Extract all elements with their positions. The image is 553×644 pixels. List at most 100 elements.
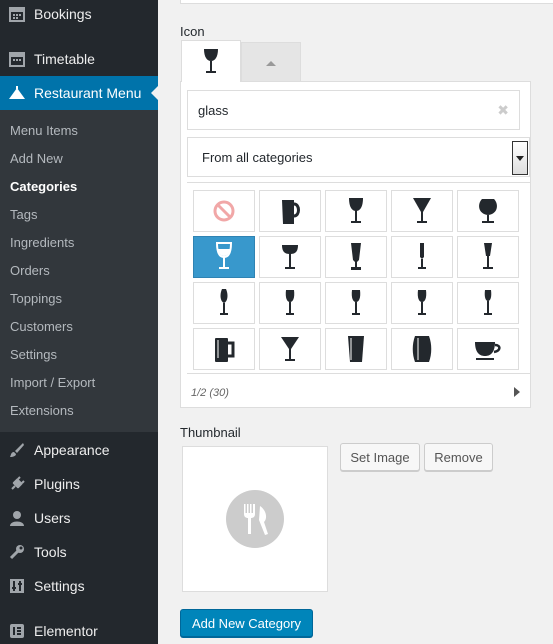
menu-users[interactable]: Users [0,501,158,535]
port-glass-icon [484,290,492,315]
icon-option-cocktail-glass[interactable] [391,190,453,232]
submenu-item-categories[interactable]: Categories [10,177,77,197]
icon-option-martini[interactable] [259,328,321,370]
menu-timetable[interactable]: Timetable [0,42,158,76]
menu-label: Elementor [34,623,98,639]
beer-pitcher-icon [282,200,300,224]
red-wine-glass-icon [285,290,295,315]
submenu-item-customers[interactable]: Customers [10,317,73,337]
submenu-item-extensions[interactable]: Extensions [10,401,74,421]
settings-icon [0,578,34,594]
menu-elementor[interactable]: Elementor [0,614,158,644]
calendar-icon [0,51,34,67]
icon-search: ✖ [187,90,520,130]
submenu-item-settings[interactable]: Settings [10,345,57,365]
thumbnail-placeholder [182,446,328,592]
wine-glass-icon [204,48,218,73]
icon-option-beer-pitcher[interactable] [259,190,321,232]
icon-preview-tab[interactable] [181,40,241,82]
add-new-category-button[interactable]: Add New Category [180,609,313,637]
wine-glass-icon [215,242,233,269]
icon-grid [187,182,530,374]
wrench-icon [0,544,34,560]
martini-icon [281,337,299,361]
icon-picker-panel: ✖ From all categories [180,81,531,408]
icon-option-red-wine-glass[interactable] [259,282,321,324]
icon-option-tulip-glass[interactable] [193,282,255,324]
cocktail-glass-icon [413,198,431,223]
white-wine-glass-icon [351,290,361,315]
remove-image-button[interactable]: Remove [424,443,493,471]
submenu-item-menu-items[interactable]: Menu Items [10,121,78,141]
icon-search-input[interactable] [188,91,488,129]
submenu-item-toppings[interactable]: Toppings [10,289,62,309]
beer-mug-icon [215,338,235,362]
category-select-value: From all categories [202,150,313,165]
set-image-button[interactable]: Set Image [340,443,420,471]
submenu-item-import-export[interactable]: Import / Export [10,373,95,393]
icon-option-tumbler[interactable] [325,328,387,370]
icon-option-none[interactable] [193,190,255,232]
icon-option-wine-glass[interactable] [325,190,387,232]
submenu-item-tags[interactable]: Tags [10,205,37,225]
martini-glass-icon [282,245,298,269]
next-page-icon[interactable] [514,387,520,397]
submenu-item-ingredients[interactable]: Ingredients [10,233,74,253]
goblet-icon [483,243,493,269]
submenu-item-orders[interactable]: Orders [10,261,50,281]
icon-option-brandy-glass[interactable] [457,190,519,232]
icon-option-beer-mug[interactable] [193,328,255,370]
top-panel-edge [180,0,553,4]
icon-option-port-glass[interactable] [457,282,519,324]
user-icon [0,510,34,526]
menu-settings[interactable]: Settings [0,569,158,603]
sherry-glass-icon [417,290,427,315]
calendar-icon [0,6,34,22]
restaurant-menu-icon [0,86,34,100]
menu-label: Users [34,510,71,526]
icon-option-flute-glass[interactable] [391,236,453,278]
chevron-up-icon [266,60,276,66]
menu-label: Plugins [34,476,80,492]
category-select[interactable]: From all categories [187,137,530,177]
menu-label: Settings [34,578,85,594]
menu-label: Appearance [34,442,110,458]
submenu-item-add-new[interactable]: Add New [10,149,63,169]
tall-glass-icon [351,243,361,270]
menu-plugins[interactable]: Plugins [0,467,158,501]
plug-icon [0,476,34,492]
main-content: Icon ✖ From all categories [158,0,553,644]
submenu: Menu Items Add New Categories Tags Ingre… [0,110,158,432]
icon-picker-toggle-tab[interactable] [241,42,301,84]
fork-knife-icon [226,490,284,548]
icon-pager-status: 1/2 (30) [191,387,229,399]
icon-field-label: Icon [180,24,205,39]
no-icon [213,200,235,222]
close-icon[interactable]: ✖ [497,102,509,119]
barrel-glass-icon [412,336,432,362]
menu-tools[interactable]: Tools [0,535,158,569]
flute-glass-icon [418,243,426,269]
chevron-down-icon[interactable] [512,141,528,175]
icon-option-cup[interactable] [457,328,519,370]
menu-bookings[interactable]: Bookings [0,0,158,31]
menu-appearance[interactable]: Appearance [0,433,158,467]
icon-option-wine-glass-selected[interactable] [193,236,255,278]
thumbnail-field-label: Thumbnail [180,425,241,440]
menu-label: Timetable [34,51,95,67]
menu-label: Restaurant Menu [34,85,142,101]
menu-restaurant-menu[interactable]: Restaurant Menu [0,76,158,110]
menu-label: Tools [34,544,67,560]
icon-option-tall-glass[interactable] [325,236,387,278]
icon-option-sherry-glass[interactable] [391,282,453,324]
tumbler-icon [348,336,364,362]
icon-option-martini-glass[interactable] [259,236,321,278]
admin-sidebar: Bookings Timetable Restaurant Menu Menu … [0,0,158,644]
menu-label: Bookings [34,6,92,22]
elementor-icon [0,623,34,639]
icon-option-barrel-glass[interactable] [391,328,453,370]
wine-glass-icon [349,198,363,223]
icon-option-white-wine-glass[interactable] [325,282,387,324]
tulip-glass-icon [220,289,228,315]
icon-option-shot-glass[interactable] [457,236,519,278]
